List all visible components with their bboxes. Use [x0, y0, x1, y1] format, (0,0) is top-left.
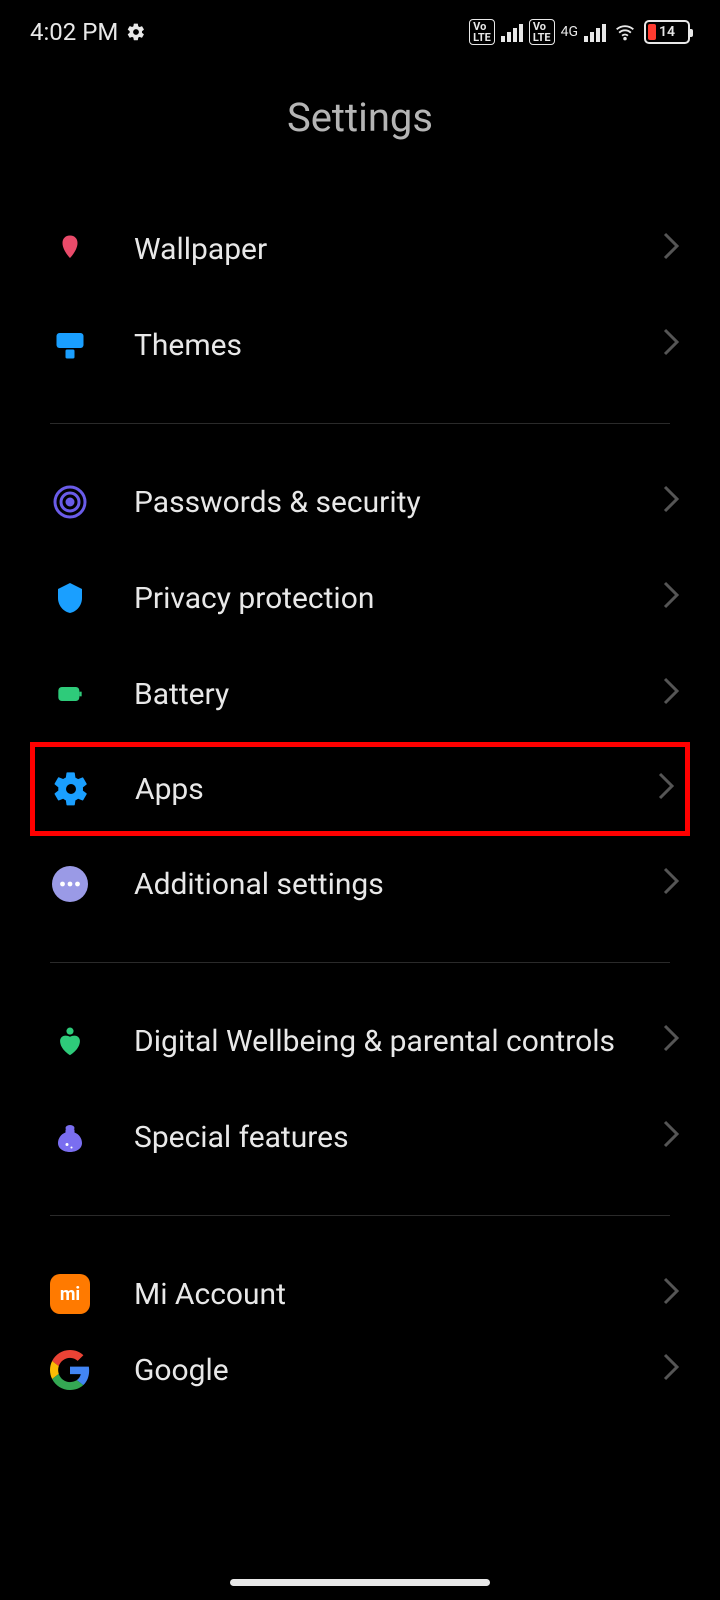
separator [50, 1215, 670, 1216]
separator [50, 423, 670, 424]
item-label: Mi Account [134, 1275, 662, 1314]
chevron-right-icon [662, 1352, 680, 1389]
chevron-right-icon [662, 484, 680, 521]
item-label: Special features [134, 1118, 662, 1157]
network-label: 4G [561, 25, 578, 39]
special-features-icon [50, 1117, 90, 1157]
status-time: 4:02 PM [30, 18, 118, 46]
more-dots-icon [50, 864, 90, 904]
chevron-right-icon [662, 1119, 680, 1156]
wellbeing-icon [50, 1021, 90, 1061]
item-label: Google [134, 1351, 662, 1390]
wifi-icon [612, 22, 638, 42]
chevron-right-icon [662, 1276, 680, 1313]
settings-item-privacy[interactable]: Privacy protection [0, 550, 720, 646]
status-bar: 4:02 PM VoLTE VoLTE 4G 14 [0, 0, 720, 64]
battery-icon: 14 [644, 20, 690, 44]
battery-percent: 14 [646, 24, 688, 40]
battery-setting-icon [50, 674, 90, 714]
settings-item-themes[interactable]: Themes [0, 297, 720, 393]
chevron-right-icon [662, 231, 680, 268]
volte-icon-1: VoLTE [469, 19, 495, 45]
volte-icon-2: VoLTE [529, 19, 555, 45]
status-left: 4:02 PM [30, 18, 146, 46]
settings-item-passwords[interactable]: Passwords & security [0, 454, 720, 550]
signal-icon-1 [501, 22, 523, 42]
item-label: Battery [134, 675, 662, 714]
google-logo-icon [50, 1350, 90, 1390]
signal-icon-2 [584, 22, 606, 42]
settings-item-miaccount[interactable]: mi Mi Account [0, 1246, 720, 1342]
item-label: Apps [135, 770, 657, 809]
chevron-right-icon [662, 866, 680, 903]
home-indicator[interactable] [230, 1579, 490, 1586]
chevron-right-icon [662, 580, 680, 617]
item-label: Digital Wellbeing & parental controls [134, 1022, 662, 1061]
chevron-right-icon [662, 676, 680, 713]
shield-icon [50, 578, 90, 618]
settings-item-additional[interactable]: Additional settings [0, 836, 720, 932]
settings-item-special[interactable]: Special features [0, 1089, 720, 1185]
chevron-right-icon [662, 327, 680, 364]
fingerprint-icon [50, 482, 90, 522]
settings-item-wellbeing[interactable]: Digital Wellbeing & parental controls [0, 993, 720, 1089]
item-label: Themes [134, 326, 662, 365]
mi-logo-icon: mi [50, 1274, 90, 1314]
themes-icon [50, 325, 90, 365]
settings-item-apps[interactable]: Apps [30, 742, 690, 836]
wallpaper-icon [50, 229, 90, 269]
status-right: VoLTE VoLTE 4G 14 [469, 19, 690, 45]
settings-item-battery[interactable]: Battery [0, 646, 720, 742]
settings-item-wallpaper[interactable]: Wallpaper [0, 201, 720, 297]
chevron-right-icon [662, 1023, 680, 1060]
page-title: Settings [0, 64, 720, 201]
item-label: Privacy protection [134, 579, 662, 618]
item-label: Additional settings [134, 865, 662, 904]
gear-mini-icon [126, 22, 146, 42]
item-label: Wallpaper [134, 230, 662, 269]
chevron-right-icon [657, 771, 675, 808]
settings-item-google[interactable]: Google [0, 1342, 720, 1398]
apps-gear-icon [51, 769, 91, 809]
separator [50, 962, 670, 963]
item-label: Passwords & security [134, 483, 662, 522]
settings-list: Wallpaper Themes Passwords & security Pr… [0, 201, 720, 1398]
